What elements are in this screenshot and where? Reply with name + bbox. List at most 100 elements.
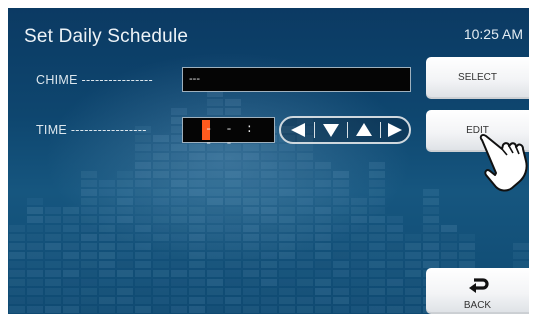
equalizer-cell — [207, 180, 223, 187]
equalizer-cell — [315, 288, 331, 295]
equalizer-cell — [153, 162, 169, 169]
equalizer-cell — [315, 270, 331, 277]
equalizer-cell — [171, 288, 187, 295]
equalizer-cell — [351, 216, 367, 223]
equalizer-cell — [441, 225, 457, 232]
equalizer-cell — [369, 252, 385, 259]
equalizer-cell — [171, 252, 187, 259]
equalizer-cell — [81, 261, 97, 268]
equalizer-cell — [423, 207, 439, 214]
arrow-up-button[interactable] — [348, 118, 380, 142]
equalizer-cell — [153, 252, 169, 259]
equalizer-cell — [153, 144, 169, 151]
equalizer-cell — [45, 225, 61, 232]
equalizer-cell — [387, 243, 403, 250]
equalizer-cell — [27, 216, 43, 223]
equalizer-cell — [459, 243, 475, 250]
equalizer-cell — [225, 99, 241, 106]
equalizer-cell — [99, 189, 115, 196]
equalizer-cell — [315, 207, 331, 214]
equalizer-cell — [153, 153, 169, 160]
equalizer-cell — [81, 234, 97, 241]
equalizer-cell — [117, 252, 133, 259]
equalizer-cell — [27, 234, 43, 241]
equalizer-cell — [279, 162, 295, 169]
equalizer-cell — [369, 279, 385, 286]
time-field[interactable]: - - : - - — [182, 117, 275, 150]
equalizer-cell — [405, 288, 421, 295]
equalizer-cell — [99, 225, 115, 232]
equalizer-cell — [351, 243, 367, 250]
equalizer-cell — [117, 297, 133, 304]
equalizer-cell — [153, 261, 169, 268]
equalizer-cell — [351, 234, 367, 241]
equalizer-cell — [81, 180, 97, 187]
equalizer-cell — [135, 207, 151, 214]
equalizer-cell — [225, 270, 241, 277]
equalizer-cell — [261, 234, 277, 241]
equalizer-cell — [117, 198, 133, 205]
equalizer-cell — [441, 243, 457, 250]
equalizer-cell — [351, 270, 367, 277]
equalizer-cell — [279, 153, 295, 160]
equalizer-cell — [297, 270, 313, 277]
equalizer-cell — [153, 243, 169, 250]
equalizer-cell — [63, 270, 79, 277]
equalizer-cell — [225, 243, 241, 250]
equalizer-cell — [207, 306, 223, 313]
equalizer-cell — [63, 288, 79, 295]
chime-field[interactable]: --- — [182, 67, 411, 92]
equalizer-cell — [189, 171, 205, 178]
equalizer-cell — [387, 270, 403, 277]
equalizer-cell — [27, 297, 43, 304]
equalizer-cell — [9, 297, 25, 304]
equalizer-cell — [45, 306, 61, 313]
equalizer-cell — [207, 261, 223, 268]
equalizer-cell — [261, 189, 277, 196]
equalizer-cell — [225, 234, 241, 241]
equalizer-cell — [225, 171, 241, 178]
equalizer-cell — [9, 243, 25, 250]
equalizer-cell — [207, 189, 223, 196]
equalizer-cell — [423, 243, 439, 250]
equalizer-cell — [81, 279, 97, 286]
equalizer-cell — [135, 144, 151, 151]
equalizer-cell — [261, 207, 277, 214]
equalizer-cell — [261, 297, 277, 304]
equalizer-cell — [261, 252, 277, 259]
equalizer-cell — [279, 144, 295, 151]
equalizer-cell — [27, 252, 43, 259]
select-button[interactable]: SELECT — [426, 57, 529, 99]
equalizer-cell — [117, 306, 133, 313]
arrow-right-button[interactable] — [379, 118, 411, 142]
arrow-left-button[interactable] — [282, 118, 314, 142]
equalizer-cell — [333, 252, 349, 259]
equalizer-cell — [207, 243, 223, 250]
equalizer-cell — [315, 297, 331, 304]
equalizer-cell — [99, 252, 115, 259]
back-button[interactable]: BACK — [426, 268, 529, 314]
equalizer-cell — [207, 99, 223, 106]
equalizer-cell — [99, 288, 115, 295]
equalizer-cell — [297, 189, 313, 196]
equalizer-cell — [315, 261, 331, 268]
equalizer-cell — [279, 225, 295, 232]
equalizer-cell — [171, 180, 187, 187]
equalizer-cell — [369, 261, 385, 268]
equalizer-cell — [315, 171, 331, 178]
equalizer-cell — [81, 243, 97, 250]
equalizer-cell — [189, 279, 205, 286]
equalizer-cell — [27, 261, 43, 268]
equalizer-cell — [315, 306, 331, 313]
equalizer-cell — [153, 297, 169, 304]
equalizer-cell — [117, 216, 133, 223]
equalizer-cell — [243, 207, 259, 214]
equalizer-cell — [99, 207, 115, 214]
equalizer-cell — [189, 306, 205, 313]
equalizer-cell — [45, 261, 61, 268]
equalizer-cell — [45, 279, 61, 286]
equalizer-cell — [279, 243, 295, 250]
equalizer-cell — [225, 207, 241, 214]
equalizer-cell — [207, 297, 223, 304]
arrow-down-button[interactable] — [315, 118, 347, 142]
